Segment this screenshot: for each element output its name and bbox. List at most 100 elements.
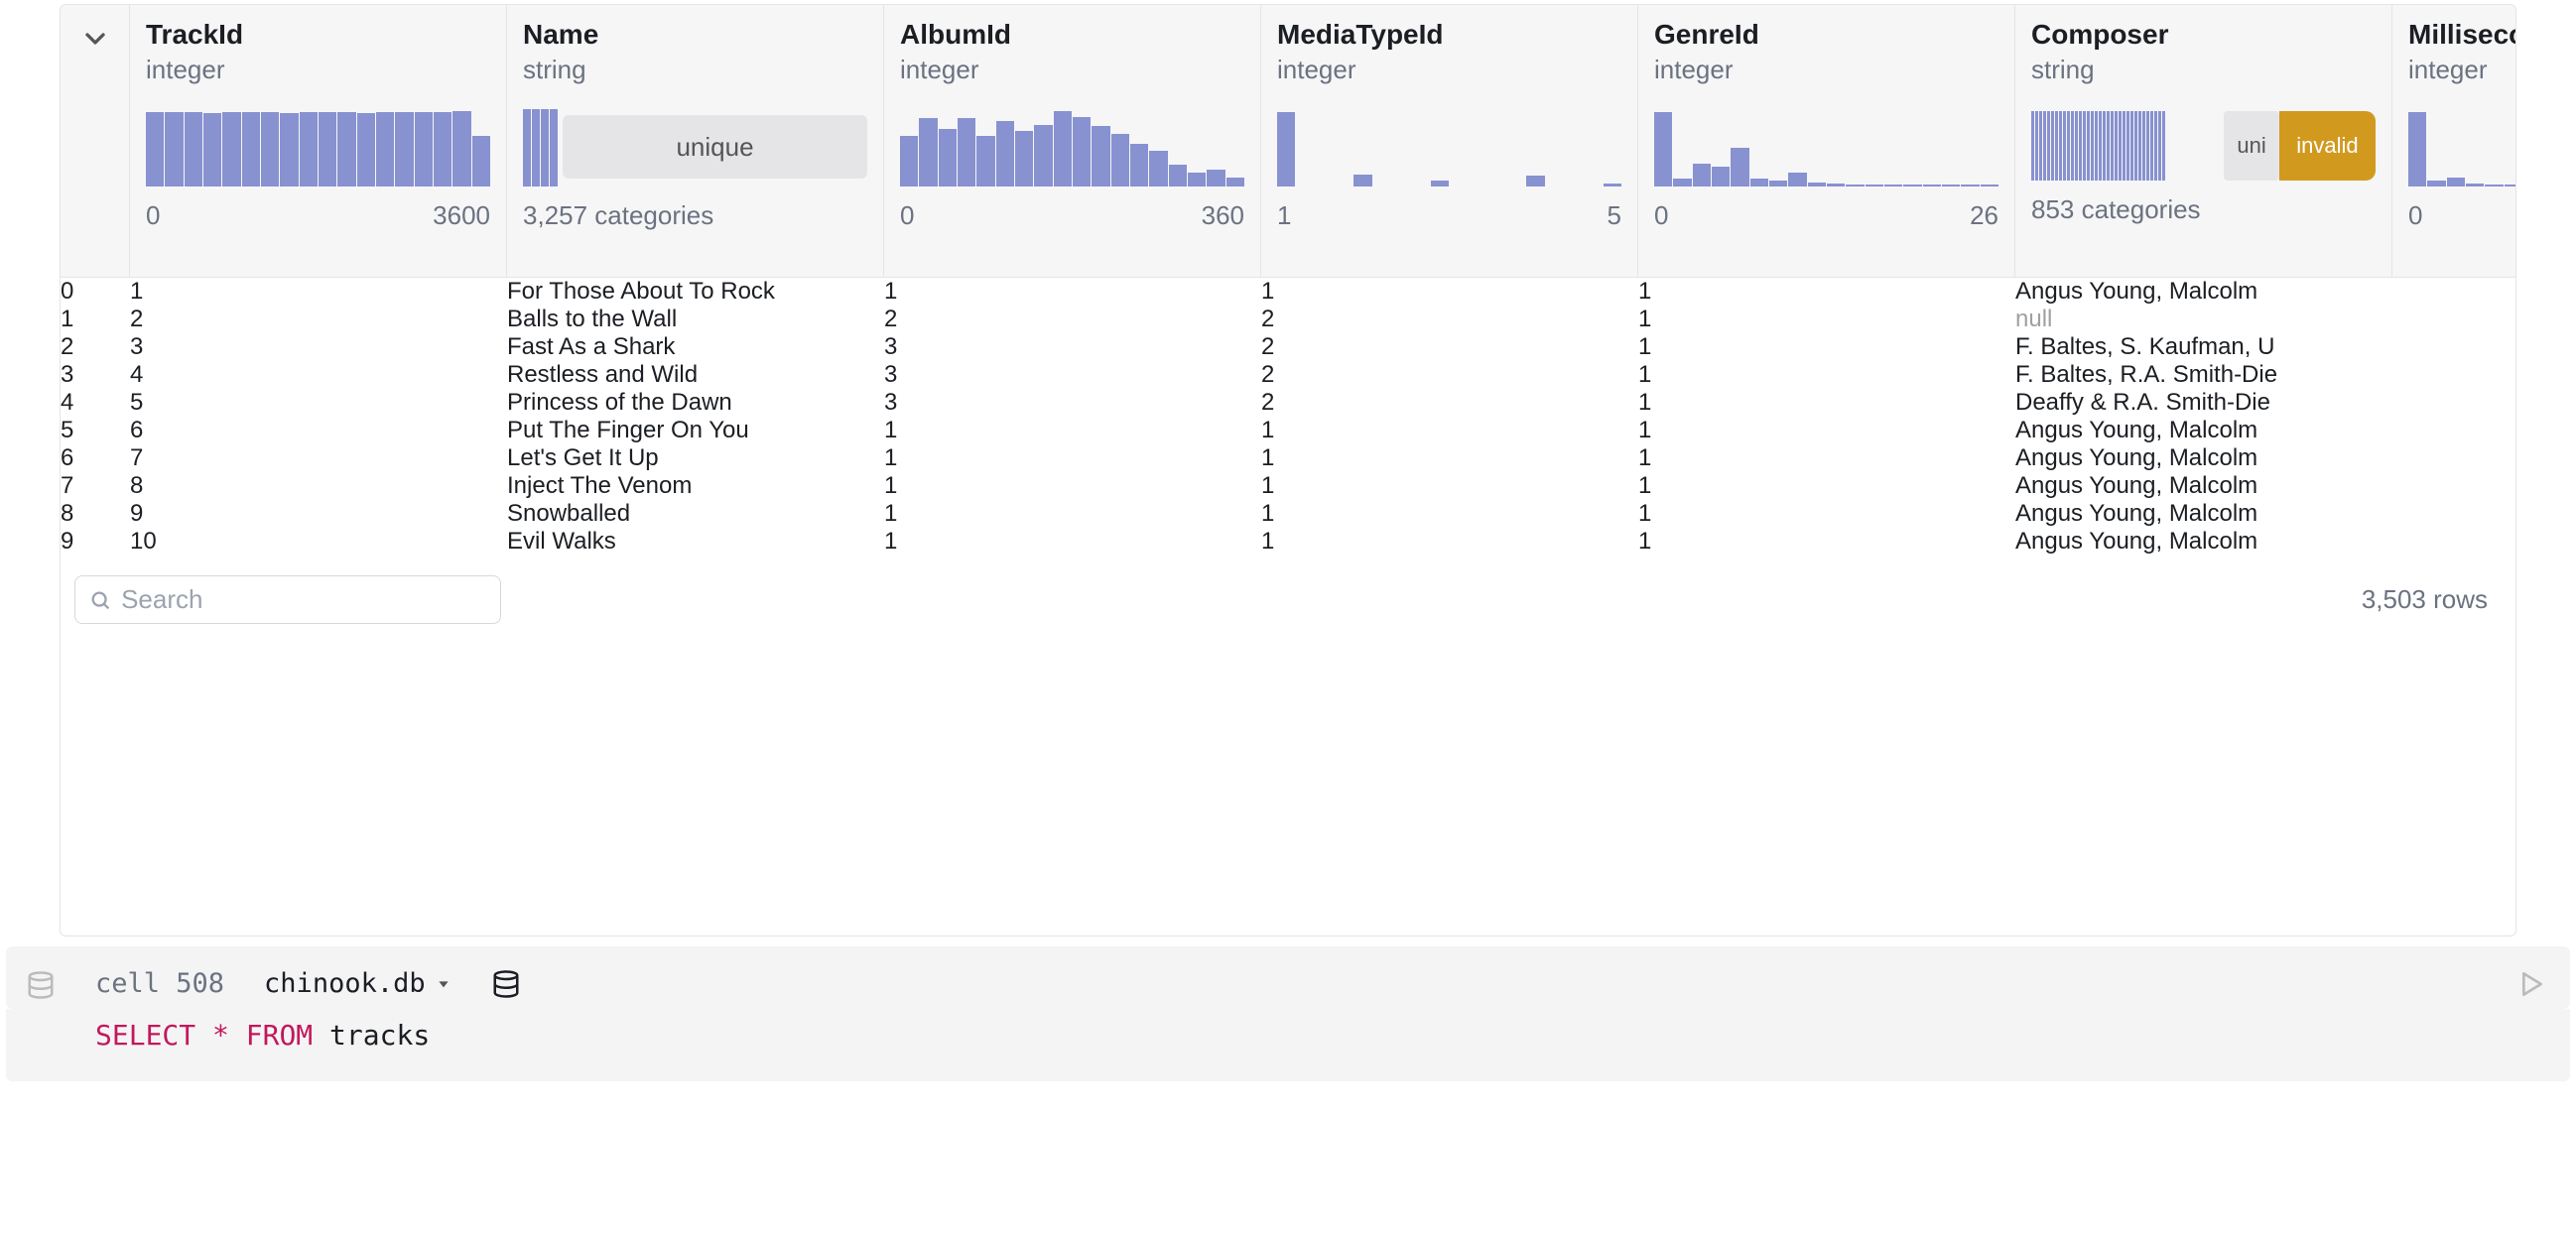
table-cell[interactable]: 4	[130, 361, 507, 389]
table-cell[interactable]: 1	[1261, 500, 1638, 528]
table-cell[interactable]: 1	[1261, 417, 1638, 444]
table-cell[interactable]: 3	[884, 361, 1261, 389]
table-cell[interactable]: 7	[130, 444, 507, 472]
table-cell[interactable]: 6	[130, 417, 507, 444]
column-header[interactable]: MediaTypeIdinteger15	[1261, 5, 1638, 278]
table-cell[interactable]: 1	[1638, 444, 2015, 472]
row-index[interactable]: 5	[61, 417, 130, 444]
table-cell[interactable]	[2392, 417, 2515, 444]
table-cell[interactable]: Put The Finger On You	[507, 417, 884, 444]
column-header[interactable]: Namestringunique3,257 categories	[507, 5, 884, 278]
row-index[interactable]: 4	[61, 389, 130, 417]
column-histogram[interactable]: uniinvalid	[2031, 111, 2376, 181]
row-index[interactable]: 3	[61, 361, 130, 389]
table-cell[interactable]: Angus Young, Malcolm	[2015, 472, 2392, 500]
table-cell[interactable]: 1	[1261, 444, 1638, 472]
table-cell[interactable]: Angus Young, Malcolm	[2015, 444, 2392, 472]
table-cell[interactable]: Restless and Wild	[507, 361, 884, 389]
table-cell[interactable]: Princess of the Dawn	[507, 389, 884, 417]
table-cell[interactable]: 1	[1638, 389, 2015, 417]
column-histogram[interactable]	[146, 109, 490, 186]
table-cell[interactable]: Angus Young, Malcolm	[2015, 528, 2392, 556]
database-icon-secondary[interactable]	[491, 969, 521, 999]
row-index[interactable]: 1	[61, 306, 130, 333]
table-cell[interactable]: Balls to the Wall	[507, 306, 884, 333]
column-histogram[interactable]	[1277, 109, 1621, 186]
table-cell[interactable]	[2392, 389, 2515, 417]
column-header[interactable]: TrackIdinteger03600	[130, 5, 507, 278]
table-cell[interactable]: Fast As a Shark	[507, 333, 884, 361]
table-cell[interactable]: 8	[130, 472, 507, 500]
column-histogram[interactable]	[2408, 109, 2516, 186]
table-cell[interactable]	[2392, 500, 2515, 528]
table-cell[interactable]: 2	[130, 306, 507, 333]
row-index[interactable]: 7	[61, 472, 130, 500]
table-cell[interactable]: 2	[1261, 333, 1638, 361]
table-cell[interactable]: 1	[1638, 528, 2015, 556]
table-cell[interactable]: 3	[884, 389, 1261, 417]
table-cell[interactable]	[2392, 472, 2515, 500]
database-selector[interactable]: chinook.db	[264, 968, 451, 999]
run-button[interactable]	[2514, 968, 2546, 1000]
search-input[interactable]	[121, 584, 486, 615]
table-cell[interactable]: Angus Young, Malcolm	[2015, 500, 2392, 528]
table-cell[interactable]: 3	[884, 333, 1261, 361]
column-header[interactable]: Millisecondsinteger0	[2392, 5, 2516, 278]
table-cell[interactable]	[2392, 361, 2515, 389]
column-header[interactable]: GenreIdinteger026	[1638, 5, 2015, 278]
table-cell[interactable]	[2392, 444, 2515, 472]
column-histogram[interactable]: unique	[523, 109, 867, 186]
row-index[interactable]: 2	[61, 333, 130, 361]
table-cell[interactable]: 1	[884, 417, 1261, 444]
table-cell[interactable]: 1	[884, 528, 1261, 556]
table-cell[interactable]: 2	[1261, 389, 1638, 417]
row-index[interactable]: 6	[61, 444, 130, 472]
table-cell[interactable]: Deaffy & R.A. Smith-Die	[2015, 389, 2392, 417]
search-input-wrap[interactable]	[74, 575, 501, 624]
table-cell[interactable]: 5	[130, 389, 507, 417]
table-cell[interactable]: 1	[1638, 333, 2015, 361]
table-cell[interactable]: 9	[130, 500, 507, 528]
table-cell[interactable]: F. Baltes, R.A. Smith-Die	[2015, 361, 2392, 389]
table-cell[interactable]	[2392, 306, 2515, 333]
table-cell[interactable]: Snowballed	[507, 500, 884, 528]
table-cell[interactable]: 1	[884, 500, 1261, 528]
table-cell[interactable]: For Those About To Rock	[507, 278, 884, 306]
table-cell[interactable]: Angus Young, Malcolm	[2015, 278, 2392, 306]
table-cell[interactable]	[2392, 528, 2515, 556]
table-cell[interactable]: 3	[130, 333, 507, 361]
table-cell[interactable]: 1	[1261, 472, 1638, 500]
table-cell[interactable]: 1	[884, 444, 1261, 472]
table-cell[interactable]: 1	[1638, 306, 2015, 333]
table-cell[interactable]: 1	[884, 472, 1261, 500]
table-cell[interactable]: 2	[1261, 361, 1638, 389]
table-cell[interactable]	[2392, 333, 2515, 361]
table-cell[interactable]: 1	[1638, 361, 2015, 389]
table-cell[interactable]: null	[2015, 306, 2392, 333]
table-cell[interactable]: Angus Young, Malcolm	[2015, 417, 2392, 444]
table-cell[interactable]: 1	[1638, 500, 2015, 528]
table-cell[interactable]: Let's Get It Up	[507, 444, 884, 472]
table-cell[interactable]: 1	[1638, 278, 2015, 306]
table-cell[interactable]: 2	[884, 306, 1261, 333]
column-header[interactable]: AlbumIdinteger0360	[884, 5, 1261, 278]
table-cell[interactable]: 1	[1261, 528, 1638, 556]
table-cell[interactable]: 1	[1638, 417, 2015, 444]
row-index[interactable]: 8	[61, 500, 130, 528]
table-cell[interactable]: 2	[1261, 306, 1638, 333]
table-cell[interactable]: F. Baltes, S. Kaufman, U	[2015, 333, 2392, 361]
column-header[interactable]: Composerstringuniinvalid853 categories	[2015, 5, 2392, 278]
column-histogram[interactable]	[900, 109, 1244, 186]
row-index[interactable]: 9	[61, 528, 130, 556]
row-index[interactable]: 0	[61, 278, 130, 306]
sql-editor[interactable]: SELECT * FROM tracks	[6, 1009, 2570, 1081]
table-cell[interactable]: Inject The Venom	[507, 472, 884, 500]
table-cell[interactable]: 10	[130, 528, 507, 556]
table-cell[interactable]: 1	[130, 278, 507, 306]
table-cell[interactable]: 1	[1638, 472, 2015, 500]
table-cell[interactable]	[2392, 278, 2515, 306]
table-cell[interactable]: Evil Walks	[507, 528, 884, 556]
table-cell[interactable]: 1	[884, 278, 1261, 306]
expand-toggle[interactable]	[61, 5, 130, 278]
table-cell[interactable]: 1	[1261, 278, 1638, 306]
